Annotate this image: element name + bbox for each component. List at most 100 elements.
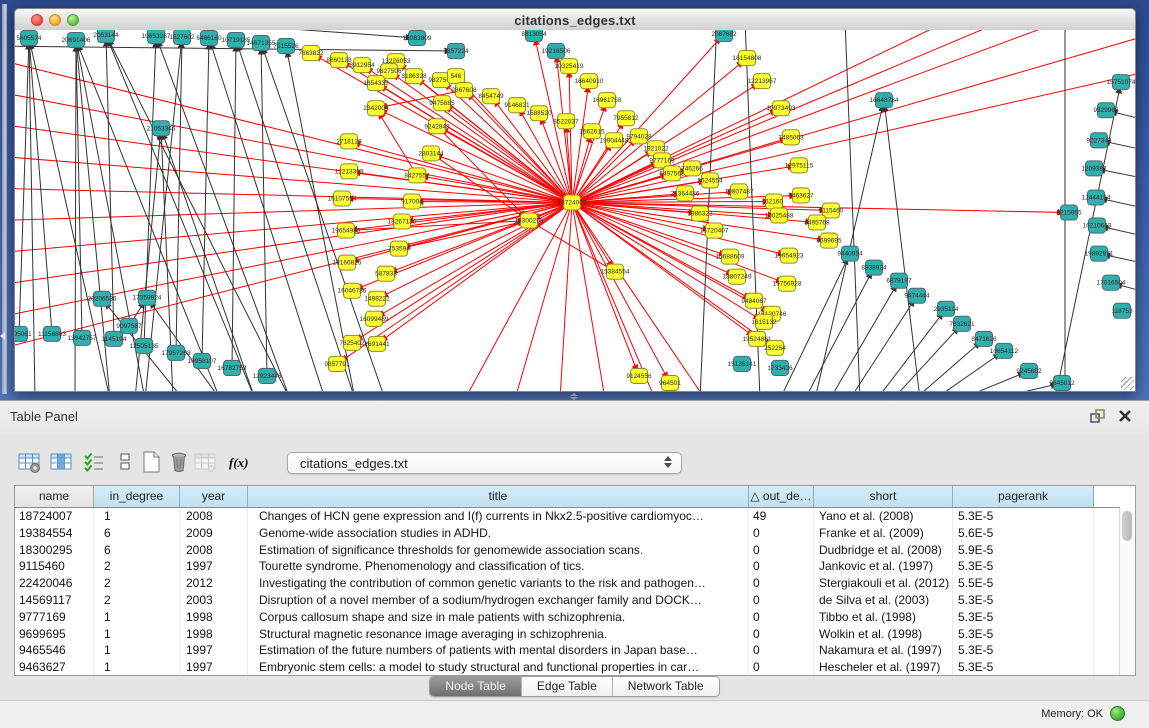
- tab-node-table[interactable]: Node Table: [430, 677, 522, 696]
- network-edge[interactable]: [572, 202, 655, 391]
- column-header-out_degree[interactable]: △ out_de…: [749, 486, 814, 507]
- network-node[interactable]: 9699695: [816, 233, 842, 248]
- network-view-window[interactable]: citations_edges.txt 54055742069140620531…: [14, 8, 1136, 392]
- table-row[interactable]: 911546021997Tourette syndrome. Phenomeno…: [15, 558, 1120, 575]
- network-edge[interactable]: [15, 60, 572, 202]
- network-node[interactable]: 9484067: [741, 293, 767, 308]
- network-node[interactable]: 7986322: [687, 206, 713, 221]
- network-edge[interactable]: [893, 324, 962, 391]
- network-node[interactable]: 15384554: [601, 264, 630, 279]
- network-node[interactable]: 16210643: [1083, 218, 1112, 233]
- network-node[interactable]: 5405574: [16, 31, 42, 46]
- select-rows-icon[interactable]: [81, 449, 107, 475]
- network-edge[interactable]: [572, 100, 607, 202]
- network-node[interactable]: 10973493: [767, 101, 796, 116]
- network-node[interactable]: 1691441: [364, 336, 390, 351]
- network-node[interactable]: 1733426: [767, 360, 793, 375]
- network-node[interactable]: 746266: [681, 161, 703, 176]
- network-edge[interactable]: [202, 38, 209, 361]
- column-header-year[interactable]: year: [180, 486, 248, 507]
- network-node[interactable]: 8938924: [861, 260, 887, 275]
- network-node[interactable]: 16083809: [403, 31, 432, 46]
- network-node[interactable]: 12444154: [1082, 190, 1111, 205]
- network-edge[interactable]: [431, 153, 572, 202]
- network-node[interactable]: 17359924: [133, 290, 162, 305]
- table-row[interactable]: 977716911998Corpus callosum shape and si…: [15, 609, 1120, 626]
- network-node[interactable]: 9474444: [904, 288, 930, 303]
- tab-network-table[interactable]: Network Table: [613, 677, 719, 696]
- network-node[interactable]: 9440954: [837, 246, 863, 261]
- network-node[interactable]: 16099489: [360, 311, 389, 326]
- network-node[interactable]: 252254: [764, 340, 786, 355]
- network-edge[interactable]: [572, 81, 589, 202]
- network-edge[interactable]: [572, 36, 1135, 202]
- network-edge[interactable]: [572, 202, 605, 391]
- network-node[interactable]: 62160: [765, 194, 783, 209]
- network-edge[interactable]: [805, 268, 874, 391]
- network-node[interactable]: 8813054: [521, 30, 547, 42]
- network-edge[interactable]: [572, 30, 1070, 202]
- network-node[interactable]: 10958107: [188, 353, 217, 368]
- network-edge[interactable]: [572, 72, 1135, 202]
- network-node[interactable]: 16648784: [870, 93, 899, 108]
- network-edge[interactable]: [29, 38, 35, 391]
- network-edge[interactable]: [261, 43, 385, 391]
- network-edge[interactable]: [232, 40, 236, 368]
- table-settings-icon[interactable]: [16, 449, 42, 475]
- network-node[interactable]: 118753: [1111, 303, 1133, 318]
- table-row[interactable]: 1872400712008Changes of HCN gene express…: [15, 508, 1120, 525]
- panel-splitter-handle[interactable]: [565, 393, 583, 400]
- network-node[interactable]: 9463627: [788, 188, 814, 203]
- network-node[interactable]: 1395061: [15, 326, 32, 341]
- network-node[interactable]: 9124556: [626, 368, 652, 383]
- network-node[interactable]: 2803144: [418, 146, 444, 161]
- network-edge[interactable]: [572, 202, 705, 391]
- network-node[interactable]: 9329966: [1093, 103, 1119, 118]
- close-panel-icon[interactable]: [1117, 408, 1133, 429]
- clear-table-icon[interactable]: [192, 449, 218, 475]
- network-node[interactable]: 11156863: [38, 326, 66, 341]
- table-row[interactable]: 946362711997Embryonic stem cells: a mode…: [15, 659, 1120, 675]
- network-node[interactable]: 6466160: [196, 31, 222, 46]
- network-node[interactable]: 16046786: [338, 283, 367, 298]
- network-node[interactable]: 2342004: [363, 101, 389, 116]
- network-node[interactable]: 19892971: [1085, 246, 1114, 261]
- network-node[interactable]: 19218506: [542, 44, 571, 59]
- tab-edge-table[interactable]: Edge Table: [522, 677, 613, 696]
- column-header-pagerank[interactable]: pagerank: [953, 486, 1094, 507]
- network-node[interactable]: 8522037: [553, 114, 579, 129]
- network-node[interactable]: 9475685: [429, 96, 455, 111]
- network-node[interactable]: 7857224: [443, 44, 469, 59]
- network-node[interactable]: 16961758: [593, 93, 622, 108]
- network-node[interactable]: 16154808: [733, 51, 762, 66]
- table-row[interactable]: 969969511998Structural magnetic resonanc…: [15, 626, 1120, 643]
- network-edge[interactable]: [15, 202, 572, 252]
- network-node[interactable]: 2087682: [711, 30, 737, 42]
- table-selector-dropdown[interactable]: citations_edges.txt: [287, 452, 682, 474]
- network-node[interactable]: 10653287: [142, 30, 171, 44]
- network-node[interactable]: 15135141: [728, 356, 757, 371]
- network-node[interactable]: 12975115: [785, 158, 814, 173]
- network-node[interactable]: 9645012: [1049, 375, 1075, 390]
- network-node[interactable]: 2718126: [336, 134, 362, 149]
- network-node[interactable]: 8912954: [349, 58, 375, 73]
- network-node[interactable]: 12923448: [253, 368, 282, 383]
- network-node[interactable]: 3624554: [697, 173, 723, 188]
- resize-grip-icon[interactable]: [1121, 377, 1134, 390]
- network-edge[interactable]: [29, 38, 52, 334]
- float-panel-icon[interactable]: [1089, 408, 1107, 429]
- network-node[interactable]: 8186328: [401, 69, 427, 84]
- network-edge[interactable]: [560, 202, 572, 391]
- network-node[interactable]: 10688609: [716, 249, 745, 264]
- table-row[interactable]: 1456911722003Disruption of a novel membe…: [15, 592, 1120, 609]
- network-node[interactable]: 15751074: [1107, 75, 1135, 90]
- network-node[interactable]: 19654923: [775, 248, 804, 263]
- network-node[interactable]: 8454749: [478, 89, 504, 104]
- network-node[interactable]: 6879197: [886, 273, 912, 288]
- network-node[interactable]: 10654112: [990, 343, 1019, 358]
- network-node[interactable]: 10325419: [555, 59, 584, 74]
- network-edge[interactable]: [76, 40, 82, 338]
- table-row[interactable]: 946554611997Estimation of the future num…: [15, 642, 1120, 659]
- network-node[interactable]: 20691406: [62, 33, 91, 48]
- network-node[interactable]: 19654983: [332, 223, 361, 238]
